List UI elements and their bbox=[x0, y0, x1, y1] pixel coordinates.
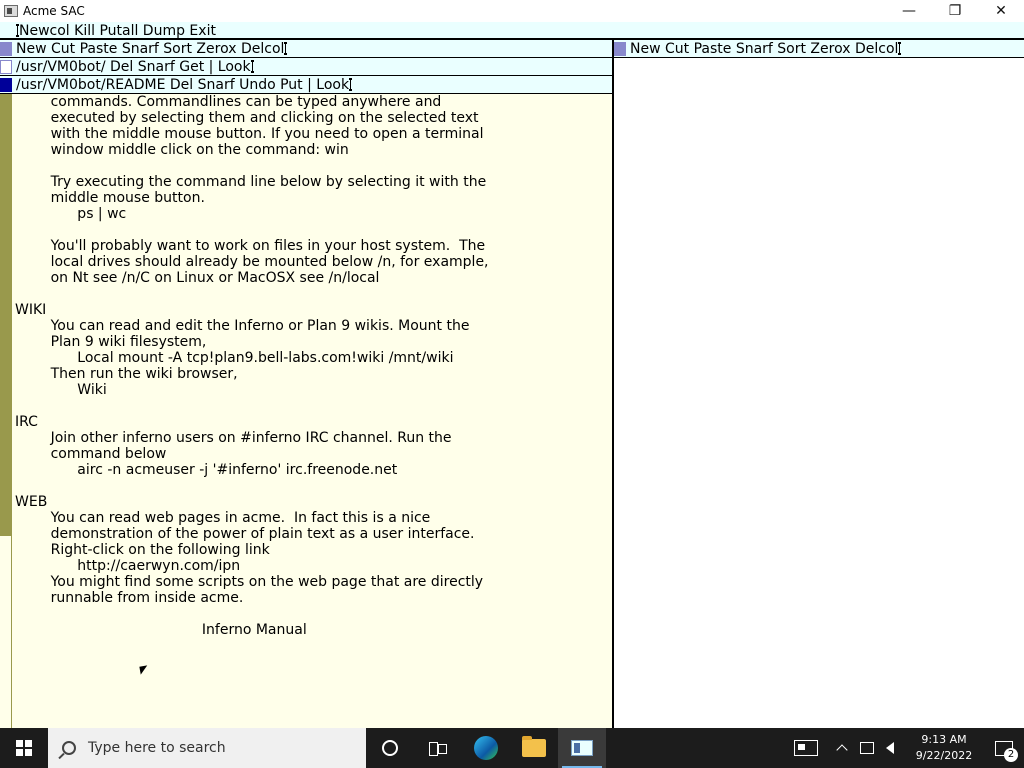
edge-icon bbox=[474, 736, 498, 760]
text-line[interactable]: IRC bbox=[15, 414, 489, 430]
text-line[interactable]: window middle click on the command: win bbox=[15, 142, 489, 158]
notification-count-badge: 2 bbox=[1004, 748, 1018, 762]
text-line[interactable]: Local mount -A tcp!plan9.bell-labs.com!w… bbox=[15, 350, 489, 366]
show-hidden-icons-button[interactable] bbox=[830, 728, 854, 768]
clock-time: 9:13 AM bbox=[921, 733, 967, 746]
clock[interactable]: 9:13 AM 9/22/2022 bbox=[904, 728, 984, 768]
minimize-button[interactable]: — bbox=[886, 0, 932, 22]
text-line[interactable]: on Nt see /n/C on Linux or MacOSX see /n… bbox=[15, 270, 489, 286]
text-line[interactable]: You'll probably want to work on files in… bbox=[15, 238, 489, 254]
task-view-icon bbox=[429, 741, 447, 756]
search-input[interactable]: Type here to search bbox=[88, 740, 226, 756]
text-line[interactable]: You can read web pages in acme. In fact … bbox=[15, 510, 489, 526]
left-column-tag[interactable]: New Cut Paste Snarf Sort Zerox Delcol bbox=[0, 40, 612, 58]
text-line[interactable]: runnable from inside acme. bbox=[15, 590, 489, 606]
right-column: New Cut Paste Snarf Sort Zerox Delcol bbox=[614, 40, 1024, 728]
right-column-tag-text[interactable]: New Cut Paste Snarf Sort Zerox Delcol bbox=[630, 41, 898, 57]
window-handle[interactable] bbox=[0, 60, 12, 74]
taskbar: Type here to search 9:13 AM 9/22/2022 2 bbox=[0, 728, 1024, 768]
text-line[interactable]: WEB bbox=[15, 494, 489, 510]
close-button[interactable]: ✕ bbox=[978, 0, 1024, 22]
text-line[interactable]: Plan 9 wiki filesystem, bbox=[15, 334, 489, 350]
tag-cursor bbox=[284, 42, 288, 55]
news-icon bbox=[794, 740, 818, 756]
search-icon bbox=[62, 741, 76, 755]
dir-window-tag[interactable]: /usr/VM0bot/ Del Snarf Get | Look bbox=[0, 58, 612, 76]
main-tag-text[interactable]: Newcol Kill Putall Dump Exit bbox=[19, 23, 216, 38]
volume-button[interactable] bbox=[880, 728, 904, 768]
text-line[interactable]: Inferno Manual bbox=[15, 622, 489, 638]
maximize-button[interactable]: ❐ bbox=[932, 0, 978, 22]
speaker-icon bbox=[886, 742, 894, 754]
scroll-thumb[interactable] bbox=[0, 94, 11, 536]
text-line[interactable]: You might find some scripts on the web p… bbox=[15, 574, 489, 590]
acme-workspace: Newcol Kill Putall Dump Exit New Cut Pas… bbox=[0, 22, 1024, 728]
acme-app-icon bbox=[4, 5, 18, 17]
folder-icon bbox=[522, 736, 546, 757]
text-line[interactable]: executed by selecting them and clicking … bbox=[15, 110, 489, 126]
column-handle[interactable] bbox=[0, 42, 12, 56]
text-line[interactable] bbox=[15, 398, 489, 414]
readme-text[interactable]: commands. Commandlines can be typed anyw… bbox=[15, 94, 489, 638]
cortana-button[interactable] bbox=[366, 728, 414, 768]
chevron-up-icon bbox=[836, 744, 848, 756]
task-view-button[interactable] bbox=[414, 728, 462, 768]
text-line[interactable] bbox=[15, 606, 489, 622]
left-column: New Cut Paste Snarf Sort Zerox Delcol /u… bbox=[0, 40, 612, 728]
tag-cursor bbox=[16, 24, 19, 37]
text-line[interactable]: command below bbox=[15, 446, 489, 462]
left-column-tag-text[interactable]: New Cut Paste Snarf Sort Zerox Delcol bbox=[16, 41, 284, 57]
scrollbar[interactable] bbox=[0, 94, 12, 728]
text-line[interactable]: commands. Commandlines can be typed anyw… bbox=[15, 94, 489, 110]
dir-window-tag-text[interactable]: /usr/VM0bot/ Del Snarf Get | Look bbox=[16, 59, 251, 75]
window-titlebar: Acme SAC — ❐ ✕ bbox=[0, 0, 1024, 22]
acme-taskbar-button[interactable] bbox=[558, 728, 606, 768]
text-line[interactable] bbox=[15, 478, 489, 494]
text-line[interactable]: http://caerwyn.com/ipn bbox=[15, 558, 489, 574]
text-line[interactable]: demonstration of the power of plain text… bbox=[15, 526, 489, 542]
text-line[interactable]: with the middle mouse button. If you nee… bbox=[15, 126, 489, 142]
text-line[interactable]: Join other inferno users on #inferno IRC… bbox=[15, 430, 489, 446]
text-line[interactable]: middle mouse button. bbox=[15, 190, 489, 206]
mouse-pointer-icon bbox=[139, 665, 149, 675]
text-line[interactable]: ps | wc bbox=[15, 206, 489, 222]
acme-app-icon bbox=[571, 740, 593, 756]
main-tag-line[interactable]: Newcol Kill Putall Dump Exit bbox=[0, 22, 1024, 40]
text-line[interactable]: airc -n acmeuser -j '#inferno' irc.freen… bbox=[15, 462, 489, 478]
window-controls: — ❐ ✕ bbox=[886, 0, 1024, 22]
window-title: Acme SAC bbox=[23, 4, 85, 18]
news-button[interactable] bbox=[782, 728, 830, 768]
text-line[interactable]: You can read and edit the Inferno or Pla… bbox=[15, 318, 489, 334]
clock-date: 9/22/2022 bbox=[915, 749, 973, 762]
text-line[interactable]: Right-click on the following link bbox=[15, 542, 489, 558]
column-handle[interactable] bbox=[614, 42, 626, 56]
edge-taskbar-button[interactable] bbox=[462, 728, 510, 768]
tag-cursor bbox=[250, 60, 254, 73]
network-icon bbox=[860, 742, 874, 754]
right-column-tag[interactable]: New Cut Paste Snarf Sort Zerox Delcol bbox=[614, 40, 1024, 58]
text-line[interactable]: Then run the wiki browser, bbox=[15, 366, 489, 382]
taskbar-search-box[interactable]: Type here to search bbox=[48, 728, 366, 768]
windows-logo-icon bbox=[16, 740, 32, 756]
readme-window-tag[interactable]: /usr/VM0bot/README Del Snarf Undo Put | … bbox=[0, 76, 612, 94]
text-line[interactable]: WIKI bbox=[15, 302, 489, 318]
text-line[interactable]: local drives should already be mounted b… bbox=[15, 254, 489, 270]
file-explorer-taskbar-button[interactable] bbox=[510, 728, 558, 768]
text-line[interactable] bbox=[15, 222, 489, 238]
readme-window-tag-text[interactable]: /usr/VM0bot/README Del Snarf Undo Put | … bbox=[16, 77, 349, 93]
start-button[interactable] bbox=[0, 728, 48, 768]
network-button[interactable] bbox=[854, 728, 880, 768]
tag-cursor bbox=[349, 78, 353, 91]
text-line[interactable]: Wiki bbox=[15, 382, 489, 398]
window-handle-dirty[interactable] bbox=[0, 78, 12, 92]
tag-cursor bbox=[898, 42, 902, 55]
text-line[interactable]: Try executing the command line below by … bbox=[15, 174, 489, 190]
cortana-icon bbox=[382, 740, 398, 756]
system-tray: 9:13 AM 9/22/2022 2 bbox=[782, 728, 1024, 768]
readme-window-body[interactable]: commands. Commandlines can be typed anyw… bbox=[0, 94, 612, 728]
action-center-button[interactable]: 2 bbox=[984, 728, 1024, 768]
text-line[interactable] bbox=[15, 286, 489, 302]
text-line[interactable] bbox=[15, 158, 489, 174]
